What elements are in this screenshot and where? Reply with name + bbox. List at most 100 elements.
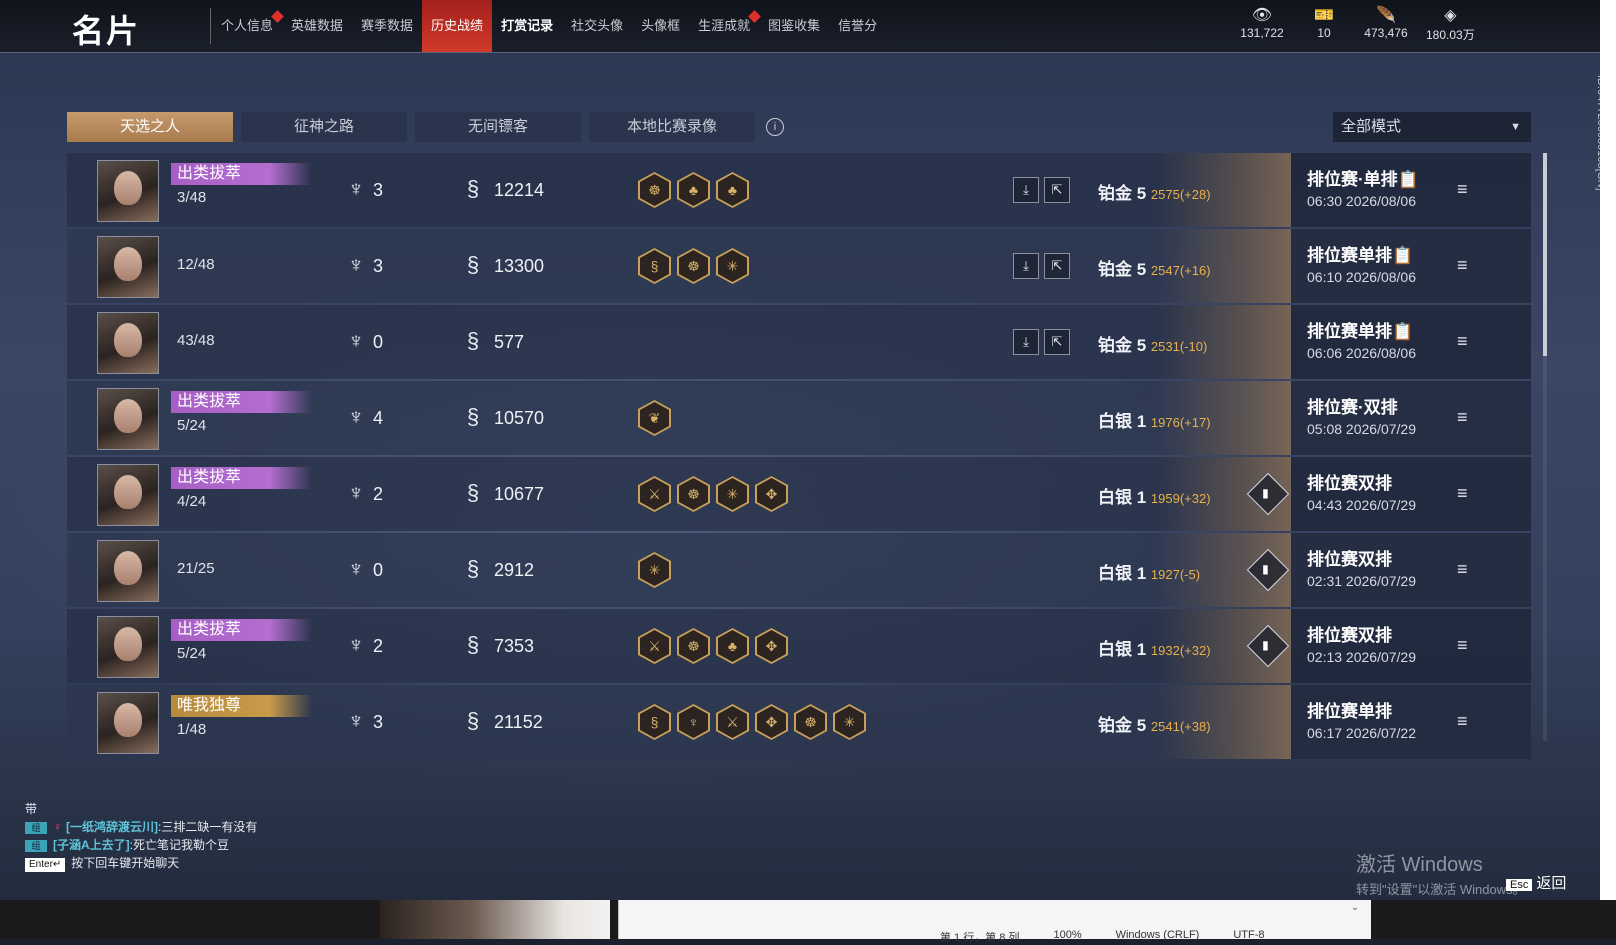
match-row[interactable]: 出类拔萃 5/24 ♆ 4 § 10570 ❦ 白银 1 1976(+17) 排位赛·双排 05:… — [67, 381, 1531, 455]
filter-tab-3[interactable]: 本地比赛录像 — [589, 112, 755, 142]
match-row[interactable]: 出类拔萃 4/24 ♆ 2 § 10677 ⚔ ☸ ✳ ✥ 白银 1 1959(+32) ▮ 排位赛双排… — [67, 457, 1531, 531]
tab-8[interactable]: 图鉴收集 — [759, 0, 829, 52]
rank-tier: 白银 1 1959(+32) — [1098, 483, 1211, 508]
achievement-badge-icon[interactable]: § — [638, 248, 671, 284]
performance-badge: 出类拔萃 — [171, 467, 312, 489]
menu-icon[interactable]: ≡ — [1457, 179, 1468, 200]
list-scrollbar[interactable] — [1543, 153, 1547, 741]
chat-message: 组 ♀ [一纸鸿辞渡云川]:三排二缺一有没有 — [25, 818, 257, 836]
tab-0[interactable]: 个人信息 — [212, 0, 284, 52]
achievement-badge-icon[interactable]: ♣ — [677, 172, 710, 208]
tier-name: 白银 1 — [1098, 564, 1147, 583]
chat-sender[interactable]: [一纸鸿辞渡云川] — [66, 820, 158, 834]
achievement-badge-icon[interactable]: ⚔ — [638, 476, 671, 512]
tab-9[interactable]: 信誉分 — [829, 0, 886, 52]
tab-3[interactable]: 历史战绩 — [422, 0, 493, 52]
menu-icon[interactable]: ≡ — [1457, 483, 1468, 504]
achievement-badge-icon[interactable]: § — [638, 704, 671, 740]
match-row[interactable]: 43/48 ♆ 0 § 577 ⤓ ⇱ 铂金 5 2531(-10) 排位赛单排📋 06:06 2… — [67, 305, 1531, 379]
match-row[interactable]: 出类拔萃 3/48 ♆ 3 § 12214 ☸ ♣ ♣ ⤓ ⇱ 铂金 5 2575(+28) 排位赛·单… — [67, 153, 1531, 227]
placement-rank: 4/24 — [177, 493, 207, 510]
back-button[interactable]: Esc 返回 — [1506, 872, 1566, 893]
achievement-badge-icon[interactable]: ❦ — [638, 400, 671, 436]
hero-avatar[interactable] — [97, 236, 159, 298]
ticket-icon: 🎫 — [1314, 7, 1334, 24]
achievement-glyph: ⚔ — [640, 630, 669, 662]
document-icon: 📋 — [1392, 246, 1414, 265]
achievement-glyph: ⚔ — [718, 706, 747, 738]
hero-avatar[interactable] — [97, 464, 159, 526]
tab-label: 英雄数据 — [291, 18, 344, 33]
share-button[interactable]: ⇱ — [1044, 329, 1070, 355]
hero-avatar[interactable] — [97, 388, 159, 450]
download-replay-button[interactable]: ⤓ — [1013, 329, 1039, 355]
share-button[interactable]: ⇱ — [1044, 253, 1070, 279]
tab-4[interactable]: 打赏记录 — [492, 0, 562, 52]
menu-icon[interactable]: ≡ — [1457, 559, 1468, 580]
gem-icon: ◈ — [1444, 7, 1457, 24]
achievement-badge-icon[interactable]: ♆ — [677, 704, 710, 740]
tier-name: 铂金 5 — [1098, 184, 1147, 203]
match-row[interactable]: 12/48 ♆ 3 § 13300 § ☸ ✳ ⤓ ⇱ 铂金 5 2547(+16) 排位赛单排📋 06… — [67, 229, 1531, 303]
match-row[interactable]: 出类拔萃 5/24 ♆ 2 § 7353 ⚔ ☸ ♣ ✥ 白银 1 1932(+32) ▮ 排位赛双排 0… — [67, 609, 1531, 683]
achievement-icons: ✳ — [638, 552, 671, 588]
damage-icon: § — [466, 404, 480, 429]
filter-tab-1[interactable]: 征神之路 — [241, 112, 407, 142]
currency-bar: 👁 131,722 🎫 10 🪶 473,476 ◈ 180.03万 — [1240, 6, 1475, 43]
menu-icon[interactable]: ≡ — [1457, 711, 1468, 732]
achievement-glyph: ☸ — [640, 174, 669, 206]
hero-avatar[interactable] — [97, 692, 159, 754]
achievement-badge-icon[interactable]: ⚔ — [638, 628, 671, 664]
achievement-badge-icon[interactable]: ✳ — [716, 248, 749, 284]
editor-scroll-down-icon[interactable]: ⌄ — [1348, 902, 1362, 924]
hero-avatar[interactable] — [97, 312, 159, 374]
achievement-badge-icon[interactable]: ☸ — [638, 172, 671, 208]
tab-2[interactable]: 赛季数据 — [352, 0, 422, 52]
download-replay-button[interactable]: ⤓ — [1013, 177, 1039, 203]
match-mode: 排位赛双排 — [1307, 621, 1392, 646]
tab-label: 赛季数据 — [361, 18, 414, 33]
achievement-badge-icon[interactable]: ✳ — [638, 552, 671, 588]
hero-avatar[interactable] — [97, 616, 159, 678]
match-row[interactable]: 唯我独尊 1/48 ♆ 3 § 21152 § ♆ ⚔ ✥ ☸ ✳ 铂金 5 2541(+38) 排位赛单… — [67, 685, 1531, 759]
share-button[interactable]: ⇱ — [1044, 177, 1070, 203]
tab-5[interactable]: 社交头像 — [562, 0, 632, 52]
menu-icon[interactable]: ≡ — [1457, 331, 1468, 352]
chat-sender[interactable]: [子涵A上去了] — [53, 838, 130, 852]
achievement-badge-icon[interactable]: ⚔ — [716, 704, 749, 740]
kill-count: 3 — [373, 712, 384, 732]
achievement-badge-icon[interactable]: ☸ — [677, 476, 710, 512]
achievement-badge-icon[interactable]: ✳ — [716, 476, 749, 512]
match-row[interactable]: 21/25 ♆ 0 § 2912 ✳ 白银 1 1927(-5) ▮ 排位赛双排 02:31 20… — [67, 533, 1531, 607]
hero-avatar[interactable] — [97, 160, 159, 222]
achievement-badge-icon[interactable]: ☸ — [677, 248, 710, 284]
chat-hint-text: 按下回车键开始聊天 — [71, 856, 180, 870]
menu-icon[interactable]: ≡ — [1457, 255, 1468, 276]
rank-tier: 白银 1 1927(-5) — [1098, 559, 1200, 584]
download-replay-button[interactable]: ⤓ — [1013, 253, 1039, 279]
chat-hint[interactable]: Enter↵ 按下回车键开始聊天 — [25, 854, 257, 872]
mode-select[interactable]: 全部模式 ▼ — [1333, 112, 1531, 142]
achievement-badge-icon[interactable]: ✳ — [833, 704, 866, 740]
hero-avatar[interactable] — [97, 540, 159, 602]
tab-label: 个人信息 — [221, 18, 274, 33]
currency-item: ◈ 180.03万 — [1426, 6, 1475, 43]
achievement-badge-icon[interactable]: ✥ — [755, 476, 788, 512]
info-icon[interactable]: i — [766, 118, 784, 136]
achievement-badge-icon[interactable]: ✥ — [755, 704, 788, 740]
filter-tab-2[interactable]: 无间镖客 — [415, 112, 581, 142]
achievement-badge-icon[interactable]: ☸ — [677, 628, 710, 664]
tab-1[interactable]: 英雄数据 — [282, 0, 352, 52]
achievement-badge-icon[interactable]: ♣ — [716, 172, 749, 208]
tab-7[interactable]: 生涯成就 — [689, 0, 761, 52]
filter-tab-0[interactable]: 天选之人 — [67, 112, 233, 142]
menu-icon[interactable]: ≡ — [1457, 635, 1468, 656]
tab-6[interactable]: 头像框 — [632, 0, 689, 52]
damage-value: 12214 — [494, 180, 545, 200]
menu-icon[interactable]: ≡ — [1457, 407, 1468, 428]
achievement-badge-icon[interactable]: ♣ — [716, 628, 749, 664]
match-mode: 排位赛单排 — [1307, 697, 1392, 722]
achievement-badge-icon[interactable]: ✥ — [755, 628, 788, 664]
achievement-badge-icon[interactable]: ☸ — [794, 704, 827, 740]
scrollbar-thumb[interactable] — [1543, 153, 1547, 356]
